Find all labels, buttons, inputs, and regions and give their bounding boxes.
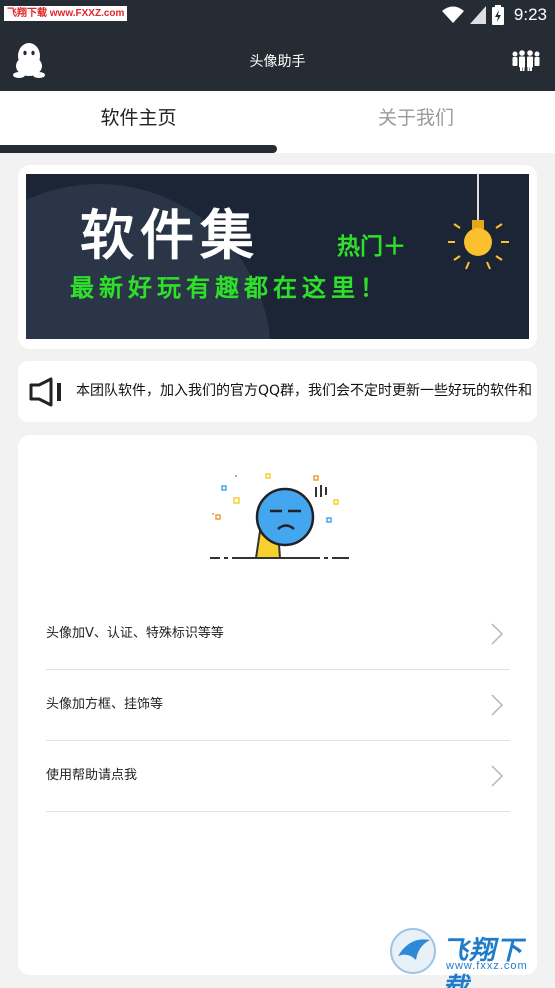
list-item-v-certification[interactable]: 头像加V、认证、特殊标识等等 [46,599,510,670]
battery-icon [491,5,504,25]
group-icon[interactable] [511,49,541,71]
list-item-frame-decoration[interactable]: 头像加方框、挂饰等 [46,670,510,741]
tab-about-us[interactable]: 关于我们 [277,91,555,146]
status-bar: 飞翔下载 www.FXXZ.com 9:23 [0,0,555,30]
banner-card: 软件集 热门＋ 最新好玩有趣都在这里！ [18,165,537,349]
tab-software-home[interactable]: 软件主页 [0,91,277,146]
speaker-icon [29,377,61,407]
light-bulb-icon [448,174,509,270]
status-icons: 9:23 [441,4,547,26]
watermark-bird-icon [390,928,436,974]
watermark-url: www.fxxz.com [446,960,528,972]
list-item-label: 使用帮助请点我 [46,768,138,783]
tab-indicator [0,145,277,153]
status-time: 9:23 [513,5,547,24]
banner-title: 软件集 [80,204,260,267]
app-bar: 头像助手 [0,30,555,91]
app-title: 头像助手 [249,54,306,70]
watermark-logo-text: 飞翔下载 [442,936,524,988]
mascot-illustration [210,473,349,559]
tab-bar: 软件主页 关于我们 [0,91,555,153]
menu-card: 头像加V、认证、特殊标识等等 头像加方框、挂饰等 使用帮助请点我 [18,435,537,975]
notice-text: 本团队软件，加入我们的官方QQ群，我们会不定时更新一些好玩的软件和 [76,383,533,399]
watermark-label: 飞翔下载 www.FXXZ.com [4,6,128,21]
wifi-icon [441,6,464,23]
banner-subtitle: 最新好玩有趣都在这里！ [70,274,389,302]
list-item-label: 头像加V、认证、特殊标识等等 [46,626,224,641]
chevron-right-icon [491,765,504,787]
signal-icon [469,6,486,24]
chevron-right-icon [491,623,504,645]
banner-hot: 热门＋ [337,234,406,260]
banner[interactable]: 软件集 热门＋ 最新好玩有趣都在这里！ [26,174,529,339]
list-item-help[interactable]: 使用帮助请点我 [46,741,510,812]
list-item-label: 头像加方框、挂饰等 [46,697,164,712]
notice-card[interactable]: 本团队软件，加入我们的官方QQ群，我们会不定时更新一些好玩的软件和 [18,361,537,422]
chevron-right-icon [491,694,504,716]
watermark-logo: 飞翔下载 www.fxxz.com [388,926,548,988]
